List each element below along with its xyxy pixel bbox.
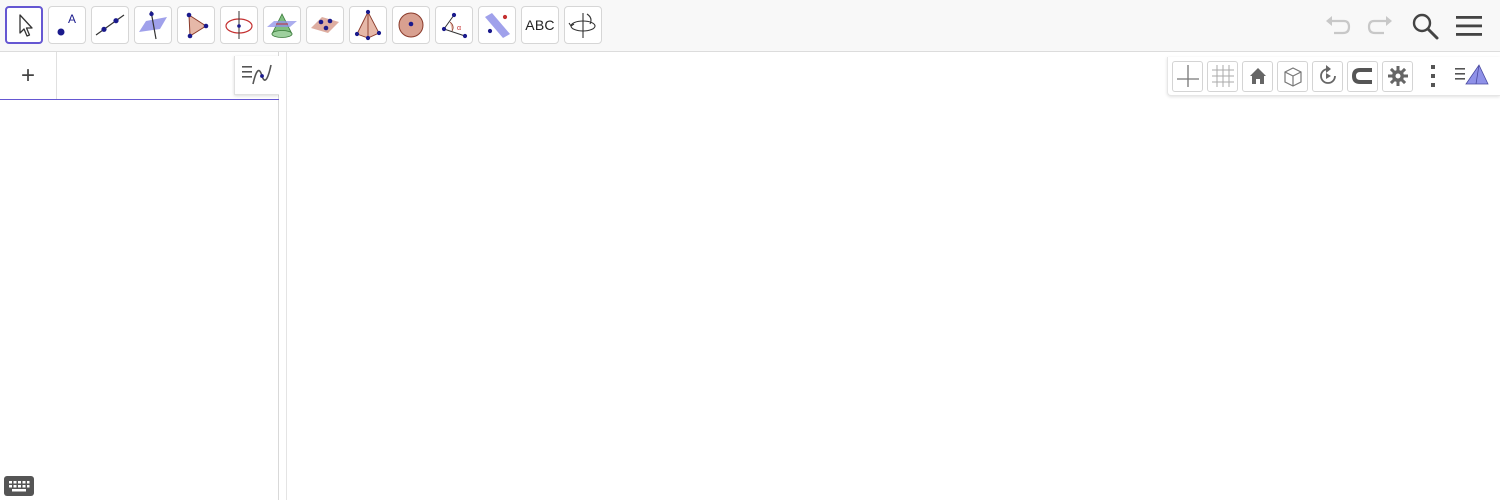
rotate-view-icon	[1319, 65, 1336, 84]
circle-axis-tool-button[interactable]	[220, 6, 258, 44]
rotate-view-button[interactable]	[1312, 60, 1343, 92]
view-splitter[interactable]	[279, 52, 287, 500]
point-capturing-button[interactable]	[1347, 60, 1378, 92]
undo-button[interactable]	[1320, 9, 1354, 43]
search-button[interactable]	[1408, 9, 1442, 43]
top-right-controls	[1320, 9, 1486, 43]
settings-button[interactable]	[1382, 60, 1413, 92]
hamburger-menu-icon	[1456, 16, 1482, 36]
settings-icon	[1387, 66, 1408, 86]
sphere-tool-button[interactable]	[392, 6, 430, 44]
more-options-button[interactable]	[1417, 61, 1448, 92]
line-tool-button[interactable]	[91, 6, 129, 44]
grid-icon	[1211, 65, 1234, 87]
algebra-view-menu-button[interactable]	[234, 56, 279, 95]
polygon-tool-button[interactable]	[177, 6, 215, 44]
graphics-3d-view[interactable]	[287, 52, 1500, 500]
search-icon	[1412, 13, 1439, 40]
line-icon	[95, 14, 125, 36]
text-tool-label: ABC	[525, 17, 555, 33]
pyramid-icon	[354, 9, 382, 41]
perpendicular-line-tool-button[interactable]	[134, 6, 172, 44]
tool-group: A α ABC	[5, 6, 602, 44]
algebra-graph-icon	[242, 64, 272, 85]
perspectives-icon	[1455, 64, 1489, 85]
pyramid-tool-button[interactable]	[349, 6, 387, 44]
home-icon	[1249, 68, 1266, 84]
svg-text:A: A	[68, 12, 76, 26]
graphics-style-bar	[1167, 57, 1500, 96]
circle-axis-icon	[225, 11, 253, 39]
toggle-axes-button[interactable]	[1172, 60, 1203, 92]
top-toolbar: A α ABC	[0, 0, 1500, 52]
main-menu-button[interactable]	[1452, 9, 1486, 43]
intersect-surfaces-tool-button[interactable]	[263, 6, 301, 44]
algebra-view: +	[0, 52, 279, 500]
add-item-label: +	[20, 61, 35, 89]
rotate-3d-icon	[568, 13, 596, 38]
toggle-grid-button[interactable]	[1207, 60, 1238, 92]
angle-tool-button[interactable]: α	[435, 6, 473, 44]
angle-icon: α	[441, 12, 468, 39]
sphere-icon	[398, 12, 424, 38]
add-item-button[interactable]: +	[0, 52, 57, 99]
virtual-keyboard-button[interactable]	[4, 476, 34, 496]
polygon-icon	[186, 12, 209, 39]
perpendicular-line-icon	[139, 10, 167, 40]
more-vert-icon	[1430, 65, 1435, 87]
plane-three-points-tool-button[interactable]	[306, 6, 344, 44]
point-capturing-icon	[1351, 68, 1372, 84]
reflect-tool-button[interactable]	[478, 6, 516, 44]
undo-icon	[1326, 16, 1351, 35]
redo-button[interactable]	[1364, 9, 1398, 43]
text-tool-button[interactable]: ABC	[521, 6, 559, 44]
rotate-view-tool-button[interactable]	[564, 6, 602, 44]
view-direction-icon	[1283, 67, 1302, 87]
svg-text:α: α	[457, 25, 461, 32]
perspectives-button[interactable]	[1452, 61, 1492, 92]
cursor-arrow-icon	[19, 14, 33, 37]
point-tool-button[interactable]: A	[48, 6, 86, 44]
cone-plane-icon	[267, 13, 297, 38]
axes-icon	[1176, 65, 1199, 87]
reflect-plane-icon	[485, 13, 510, 38]
standard-view-button[interactable]	[1242, 60, 1273, 92]
redo-icon	[1367, 16, 1392, 35]
view-direction-button[interactable]	[1277, 60, 1308, 92]
point-icon: A	[57, 12, 76, 36]
plane-points-icon	[311, 17, 339, 33]
move-tool-button[interactable]	[5, 6, 43, 44]
keyboard-icon	[9, 481, 30, 492]
